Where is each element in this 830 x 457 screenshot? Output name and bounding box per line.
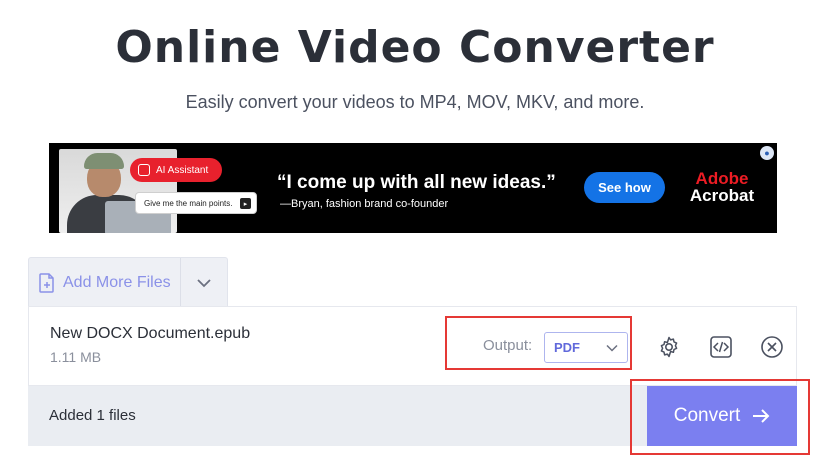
code-icon[interactable] <box>709 335 733 359</box>
ad-brand-logo: Adobe Acrobat <box>684 170 760 204</box>
send-icon: ▸ <box>240 198 251 209</box>
ad-quote: “I come up with all new ideas.” <box>277 172 556 193</box>
add-more-files-label: Add More Files <box>63 273 171 291</box>
file-plus-icon <box>39 272 54 293</box>
ad-ai-assistant-pill: AI Assistant <box>130 158 222 182</box>
added-files-count: Added 1 files <box>49 407 136 424</box>
gear-icon[interactable] <box>657 335 681 359</box>
ad-choices-icon[interactable]: ● <box>760 146 774 160</box>
file-name: New DOCX Document.epub <box>50 325 251 342</box>
ad-byline: —Bryan, fashion brand co-founder <box>280 198 449 210</box>
add-files-dropdown-button[interactable] <box>181 258 227 307</box>
file-row: New DOCX Document.epub 1.11 MB Output: P… <box>28 306 797 386</box>
ai-chat-icon <box>138 164 150 176</box>
ad-ai-label: AI Assistant <box>156 164 209 176</box>
add-files-group: Add More Files <box>28 257 228 307</box>
ad-brand-line2: Acrobat <box>689 186 755 205</box>
chevron-down-icon <box>197 278 211 287</box>
ad-see-how-button[interactable]: See how <box>584 172 665 203</box>
chevron-down-icon <box>606 344 618 352</box>
add-more-files-button[interactable]: Add More Files <box>29 258 181 307</box>
close-circle-icon[interactable] <box>760 335 784 359</box>
ad-prompt-box: Give me the main points. ▸ <box>135 192 257 214</box>
ad-person-cap <box>84 153 124 169</box>
ad-brand-line1: Adobe <box>695 169 749 188</box>
file-size: 1.11 MB <box>50 349 102 365</box>
convert-highlight-box <box>630 379 810 455</box>
page-title: Online Video Converter <box>115 22 715 73</box>
page-subtitle: Easily convert your videos to MP4, MOV, … <box>185 92 645 112</box>
output-label: Output: <box>483 337 533 354</box>
output-format-value: PDF <box>554 340 580 355</box>
ad-prompt-text: Give me the main points. <box>144 198 233 208</box>
ad-banner[interactable]: AI Assistant Give me the main points. ▸ … <box>49 143 777 233</box>
output-format-select[interactable]: PDF <box>544 332 628 363</box>
